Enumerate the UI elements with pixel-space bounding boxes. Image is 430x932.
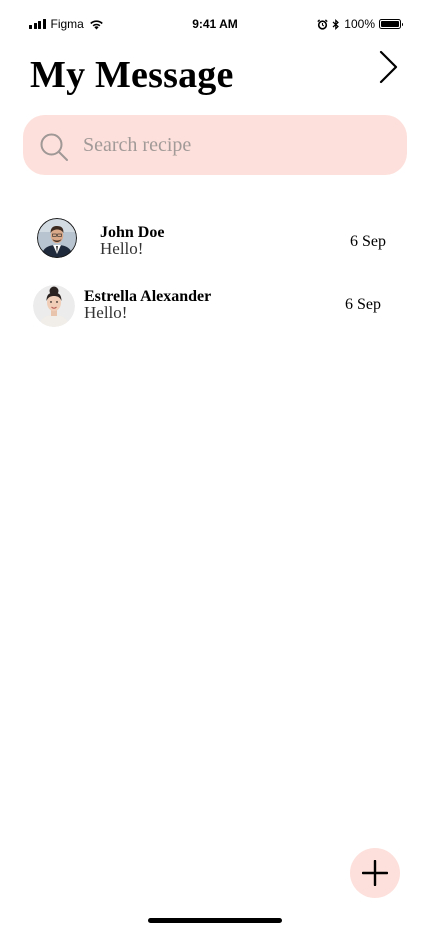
- status-right: 100%: [317, 17, 403, 31]
- avatar: [33, 285, 75, 327]
- search-input[interactable]: [83, 115, 383, 175]
- plus-icon: [362, 860, 388, 886]
- message-preview: Hello!: [84, 303, 128, 322]
- battery-icon: [379, 19, 403, 29]
- avatar-man-icon: [37, 218, 77, 258]
- avatar-woman-icon: [33, 285, 75, 327]
- battery-label: 100%: [344, 17, 375, 31]
- search-bar[interactable]: [23, 115, 407, 175]
- page-title: My Message: [30, 54, 234, 96]
- status-bar: Figma 9:41 AM 100%: [0, 0, 430, 48]
- message-row-john-doe[interactable]: John Doe Hello! 6 Sep: [0, 210, 430, 266]
- alarm-icon: [317, 18, 328, 30]
- message-date: 6 Sep: [345, 296, 381, 313]
- search-icon: [40, 133, 68, 161]
- avatar: [37, 218, 77, 258]
- message-preview: Hello!: [100, 239, 144, 258]
- add-message-button[interactable]: [350, 848, 400, 898]
- bluetooth-icon: [332, 18, 340, 30]
- next-button[interactable]: [374, 50, 404, 84]
- message-date: 6 Sep: [350, 233, 386, 250]
- message-row-estrella-alexander[interactable]: Estrella Alexander Hello! 6 Sep: [0, 275, 430, 331]
- chevron-right-icon: [379, 50, 398, 84]
- home-indicator: [148, 918, 282, 923]
